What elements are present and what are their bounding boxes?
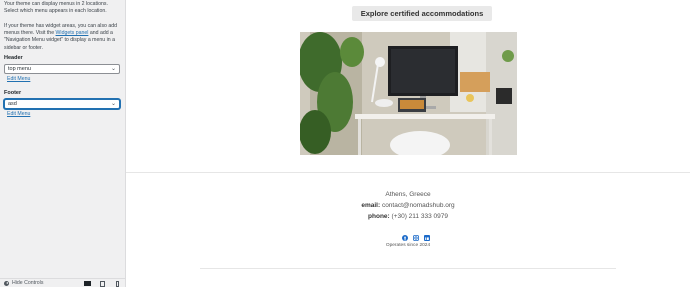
footer-divider (126, 172, 690, 173)
chevron-down-icon: ⌄ (110, 101, 116, 107)
facebook-icon[interactable] (402, 228, 408, 241)
footer-phone: phone: (+30) 211 333 0979 (126, 213, 690, 220)
footer-menu-select[interactable]: asd ⌄ (4, 99, 120, 109)
site-preview: Explore certified accommodations Athens,… (126, 0, 690, 287)
customizer-footer-bar: Hide Controls (0, 278, 126, 287)
mobile-preview-icon[interactable] (116, 281, 119, 287)
intro-text-1: Your theme can display menus in 2 locati… (4, 1, 108, 15)
footer-edit-menu-link[interactable]: Edit Menu (7, 111, 30, 117)
desktop-preview-icon[interactable] (84, 281, 91, 286)
widgets-panel-link[interactable]: Widgets panel (56, 30, 89, 36)
customizer-panel: Your theme can display menus in 2 locati… (0, 0, 126, 287)
header-edit-menu-link[interactable]: Edit Menu (7, 76, 30, 82)
phone-value: (+30) 211 333 0979 (391, 213, 448, 220)
footer-email: email: contact@nomadshub.org (126, 202, 690, 209)
footer-location: Athens, Greece (385, 191, 431, 198)
collapse-icon (4, 280, 9, 286)
bottom-divider (200, 268, 616, 269)
header-menu-value: top menu (8, 66, 31, 72)
operates-since: Operates since 2024 (385, 243, 431, 248)
footer-location-label: Footer (4, 90, 22, 96)
menu-locations-intro: Your theme can display menus in 2 locati… (4, 1, 122, 52)
header-location-label: Header (4, 55, 23, 61)
explore-accommodations-button[interactable]: Explore certified accommodations (352, 6, 492, 21)
social-links (396, 228, 436, 241)
hide-controls-button[interactable]: Hide Controls (4, 280, 43, 286)
tablet-preview-icon[interactable] (100, 281, 105, 287)
footer-menu-value: asd (8, 101, 17, 107)
email-label: email: (361, 202, 381, 209)
hide-controls-label: Hide Controls (12, 280, 44, 286)
chevron-down-icon: ⌄ (110, 66, 116, 72)
linkedin-icon[interactable] (424, 228, 430, 241)
header-menu-select[interactable]: top menu ⌄ (4, 64, 120, 74)
instagram-icon[interactable] (413, 228, 419, 241)
workspace-hero-image (300, 32, 517, 155)
email-value: contact@nomadshub.org (381, 202, 455, 209)
phone-label: phone: (368, 213, 390, 220)
